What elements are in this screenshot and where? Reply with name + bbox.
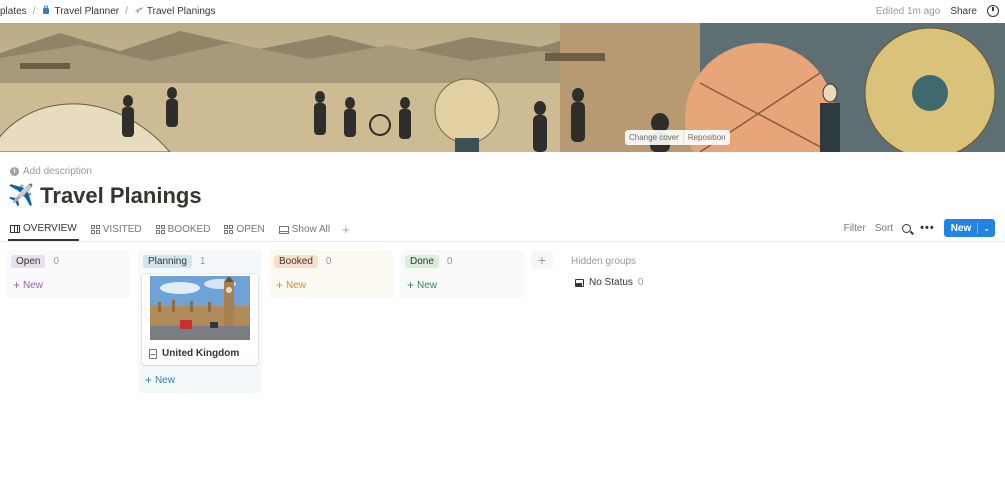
suitcase-icon <box>43 5 50 14</box>
add-group-button[interactable]: + <box>531 250 553 270</box>
board-column-planning: Planning 1 United Kingdom + New <box>138 250 262 393</box>
column-count: 1 <box>199 256 206 267</box>
card-title-text: United Kingdom <box>162 348 240 359</box>
airplane-icon <box>134 7 143 13</box>
no-status-label: No Status <box>589 277 633 288</box>
add-description-label: Add description <box>23 166 92 177</box>
column-header[interactable]: Open 0 <box>11 255 59 268</box>
reposition-button[interactable]: Reposition <box>684 130 730 145</box>
hidden-groups-label: Hidden groups <box>571 256 637 267</box>
breadcrumb-separator: / <box>32 5 36 17</box>
card-title: United Kingdom <box>149 348 239 359</box>
gallery-icon <box>90 225 100 234</box>
column-new-button[interactable]: + New <box>407 278 437 292</box>
status-pill-planning: Planning <box>143 255 192 268</box>
column-count: 0 <box>53 256 60 267</box>
board-column-done: Done 0 + New <box>400 250 524 298</box>
board-icon <box>10 224 20 233</box>
clock-icon[interactable] <box>987 5 999 17</box>
table-icon <box>278 225 289 234</box>
breadcrumb-label: Travel Planings <box>146 6 216 17</box>
plus-icon: + <box>276 278 284 292</box>
status-pill-booked: Booked <box>274 255 318 268</box>
more-options-button[interactable]: ••• <box>920 222 935 234</box>
breadcrumb: plates / Travel Planner / Travel Planing… <box>0 5 216 18</box>
breadcrumb-separator: / <box>125 5 128 17</box>
tab-label: BOOKED <box>167 224 211 235</box>
column-header[interactable]: Done 0 <box>405 255 452 268</box>
add-description-button[interactable]: i Add description <box>10 166 92 177</box>
share-button[interactable]: Share <box>950 6 977 17</box>
gallery-icon <box>155 225 165 234</box>
tab-visited[interactable]: VISITED <box>89 218 144 241</box>
column-new-label: New <box>286 279 307 291</box>
column-new-button[interactable]: + New <box>276 278 306 292</box>
filter-button[interactable]: Filter <box>844 223 866 234</box>
top-bar: plates / Travel Planner / Travel Planing… <box>0 0 1005 22</box>
view-tabs: OVERVIEW VISITED BOOKED OPEN Show All + <box>8 218 350 241</box>
tab-label: OVERVIEW <box>23 223 77 234</box>
tab-open[interactable]: OPEN <box>222 218 266 241</box>
column-new-button[interactable]: + New <box>145 373 175 387</box>
breadcrumb-label: Travel Planner <box>54 6 120 17</box>
cover-artwork <box>0 23 1005 152</box>
no-status-count: 0 <box>637 277 644 288</box>
plus-icon: + <box>407 278 415 292</box>
hidden-group-no-status[interactable]: No Status 0 <box>575 277 643 288</box>
search-icon[interactable] <box>902 223 912 233</box>
new-button-label: New <box>944 222 979 234</box>
board-column-booked: Booked 0 + New <box>269 250 393 298</box>
cover-image: Change cover Reposition <box>0 23 1005 152</box>
column-header[interactable]: Booked 0 <box>274 255 331 268</box>
airplane-icon[interactable]: ✈️ <box>8 184 34 208</box>
chevron-down-icon[interactable]: ⌄ <box>978 224 995 233</box>
plus-icon: + <box>145 373 153 387</box>
column-new-label: New <box>417 279 438 291</box>
tab-label: Show All <box>291 224 331 235</box>
change-cover-button[interactable]: Change cover <box>625 130 684 145</box>
plus-icon: + <box>13 278 21 292</box>
page-title-text: Travel Planings <box>40 183 202 208</box>
page-title[interactable]: ✈️ Travel Planings <box>8 183 202 209</box>
edited-timestamp: Edited 1m ago <box>875 5 941 17</box>
inbox-icon <box>575 278 584 287</box>
new-button[interactable]: New ⌄ <box>943 219 995 237</box>
column-count: 0 <box>325 256 332 267</box>
gallery-icon <box>224 225 234 234</box>
status-pill-open: Open <box>11 255 46 268</box>
tab-overview[interactable]: OVERVIEW <box>8 218 79 241</box>
tab-label: OPEN <box>236 224 265 235</box>
column-new-label: New <box>155 374 176 386</box>
view-tab-bar: OVERVIEW VISITED BOOKED OPEN Show All + … <box>0 218 1005 242</box>
tab-booked[interactable]: BOOKED <box>154 218 213 241</box>
tab-label: VISITED <box>102 224 142 235</box>
column-new-label: New <box>23 279 44 291</box>
tab-show-all[interactable]: Show All <box>277 218 332 241</box>
breadcrumb-item-travel-planner[interactable]: Travel Planner <box>41 5 119 17</box>
info-icon: i <box>10 167 19 176</box>
page-icon <box>149 348 157 359</box>
breadcrumb-item-travel-planings[interactable]: Travel Planings <box>134 5 216 17</box>
top-right-actions: Edited 1m ago Share <box>876 0 1005 22</box>
breadcrumb-item-templates[interactable]: plates <box>0 6 27 17</box>
sort-button[interactable]: Sort <box>875 223 893 234</box>
column-count: 0 <box>446 256 453 267</box>
toolbar: Filter Sort ••• New ⌄ <box>844 219 995 237</box>
westminster-image <box>150 276 250 340</box>
board-card[interactable]: United Kingdom <box>142 274 258 365</box>
status-pill-done: Done <box>405 255 439 268</box>
board-column-open: Open 0 + New <box>6 250 130 298</box>
column-new-button[interactable]: + New <box>13 278 43 292</box>
column-header[interactable]: Planning 1 <box>143 255 205 268</box>
add-view-icon[interactable]: + <box>342 222 350 237</box>
cover-controls: Change cover Reposition <box>625 130 730 145</box>
card-cover-image <box>150 276 250 340</box>
